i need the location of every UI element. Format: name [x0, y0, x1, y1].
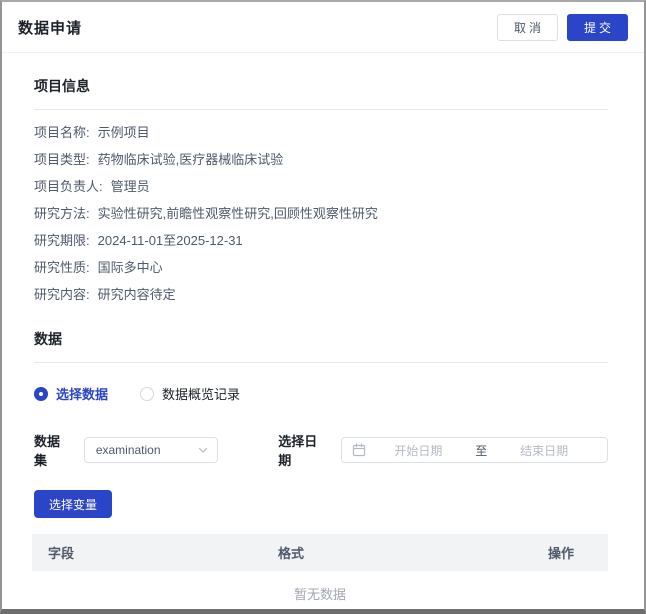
end-date-input[interactable]: 结束日期: [491, 442, 597, 459]
field-value: 2024-11-01至2025-12-31: [97, 233, 243, 248]
date-range-picker[interactable]: 开始日期 至 结束日期: [340, 437, 608, 463]
field-label: 研究内容:: [34, 287, 90, 302]
data-mode-radio-group: 选择数据 数据概览记录: [34, 384, 608, 403]
field-label: 项目类型:: [34, 152, 90, 167]
field-value: 管理员: [110, 179, 150, 194]
column-header-field: 字段: [48, 546, 75, 561]
radio-label: 选择数据: [56, 387, 109, 402]
dialog-header: 数据申请 取消 提交: [2, 2, 644, 53]
dialog-body: 项目信息 项目名称: 示例项目 项目类型: 药物临床试验,医疗器械临床试验 项目负责…: [2, 76, 644, 609]
radio-select-data[interactable]: 选择数据: [34, 384, 108, 403]
dataset-date-row: 数据集 examination 选择日期 开始日期 至 结束日期: [34, 431, 608, 469]
project-field-period: 研究期限: 2024-11-01至2025-12-31: [34, 227, 608, 254]
field-value: 国际多中心: [97, 260, 163, 275]
field-label: 研究方法:: [34, 206, 90, 221]
data-section-title: 数据: [34, 331, 62, 347]
project-field-type: 项目类型: 药物临床试验,医疗器械临床试验: [34, 146, 608, 173]
chevron-down-icon: [199, 447, 208, 453]
variable-button-row: 选择变量: [34, 490, 608, 518]
field-label: 研究期限:: [34, 233, 90, 248]
data-request-dialog: 数据申请 取消 提交 项目信息 项目名称: 示例项目 项目类型: 药物临床试验,医疗…: [0, 0, 646, 614]
select-variables-button[interactable]: 选择变量: [34, 490, 113, 518]
project-field-method: 研究方法: 实验性研究,前瞻性观察性研究,回顾性观察性研究: [34, 200, 608, 227]
radio-dot-icon: [140, 386, 155, 401]
page-title: 数据申请: [18, 19, 83, 37]
start-date-input[interactable]: 开始日期: [366, 442, 472, 459]
calendar-icon: [352, 443, 365, 457]
project-field-nature: 研究性质: 国际多中心: [34, 254, 608, 281]
dataset-label: 数据集: [34, 434, 61, 468]
field-value: 实验性研究,前瞻性观察性研究,回顾性观察性研究: [97, 206, 378, 221]
field-value: 示例项目: [97, 125, 150, 140]
header-actions: 取消 提交: [496, 13, 628, 41]
field-label: 项目名称:: [34, 125, 90, 140]
radio-label: 数据概览记录: [162, 387, 241, 402]
dataset-select[interactable]: examination: [83, 437, 219, 463]
project-field-owner: 项目负责人: 管理员: [34, 173, 608, 200]
fields-table: 字段 格式 操作 暂无数据: [32, 534, 608, 609]
project-info-list: 项目名称: 示例项目 项目类型: 药物临床试验,医疗器械临床试验 项目负责人: 管理员…: [34, 119, 608, 308]
empty-text: 暂无数据: [293, 586, 346, 602]
date-range-group: 选择日期 开始日期 至 结束日期: [278, 431, 608, 469]
date-range-label: 选择日期: [278, 434, 318, 468]
column-header-format: 格式: [278, 546, 305, 561]
field-value: 研究内容待定: [97, 287, 176, 302]
project-field-name: 项目名称: 示例项目: [34, 119, 608, 146]
table-header-row: 字段 格式 操作: [32, 534, 608, 571]
radio-data-overview[interactable]: 数据概览记录: [140, 384, 240, 403]
section-divider: [34, 109, 608, 110]
radio-dot-icon: [34, 386, 48, 401]
field-value: 药物临床试验,医疗器械临床试验: [97, 152, 284, 167]
date-range-separator: 至: [475, 443, 488, 458]
dataset-selected-value: examination: [95, 443, 161, 457]
section-divider: [34, 362, 608, 363]
column-header-actions: 操作: [548, 546, 575, 561]
field-label: 研究性质:: [34, 260, 90, 275]
cancel-button[interactable]: 取消: [496, 13, 558, 41]
project-field-content: 研究内容: 研究内容待定: [34, 281, 608, 308]
submit-button[interactable]: 提交: [566, 13, 628, 41]
field-label: 项目负责人:: [34, 179, 103, 194]
table-empty-state: 暂无数据: [32, 571, 608, 609]
project-info-section-title: 项目信息: [34, 78, 90, 94]
